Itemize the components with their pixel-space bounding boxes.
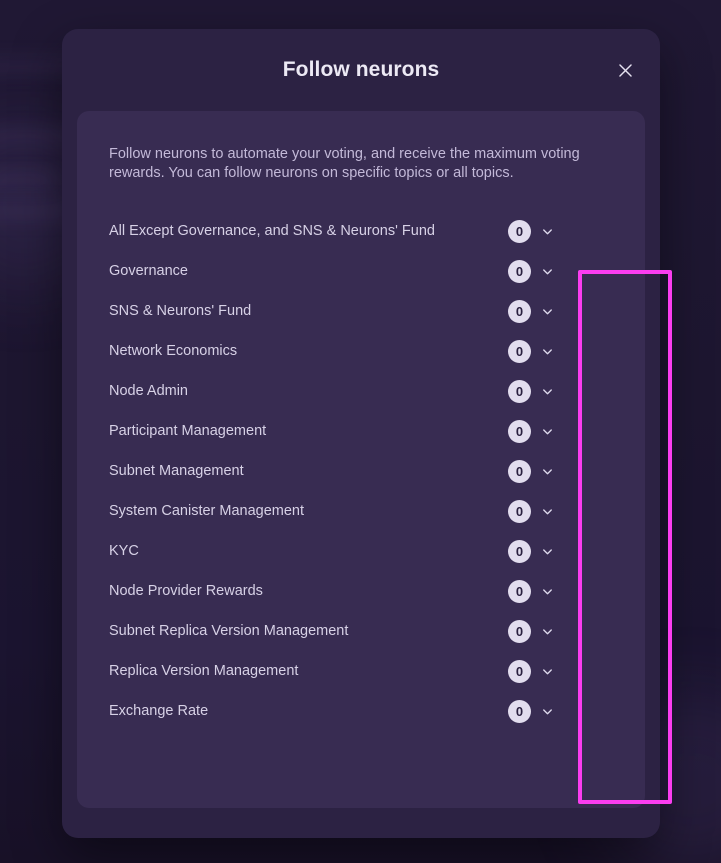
topic-label: SNS & Neurons' Fund	[109, 303, 252, 319]
followee-dropdown[interactable]: 0	[508, 219, 555, 243]
topic-label: All Except Governance, and SNS & Neurons…	[109, 223, 435, 239]
chevron-down-icon	[543, 388, 552, 394]
chevron-down-icon	[543, 668, 552, 674]
followee-count-badge: 0	[508, 299, 531, 323]
followee-count-badge: 0	[508, 339, 531, 363]
topic-row: System Canister Management 0	[109, 491, 613, 531]
chevron-down-icon	[543, 348, 552, 354]
chevron-down-icon	[543, 468, 552, 474]
chevron-down-icon	[543, 548, 552, 554]
followee-dropdown[interactable]: 0	[508, 379, 555, 403]
topic-label: Node Provider Rewards	[109, 583, 263, 599]
topic-label: KYC	[109, 543, 139, 559]
followee-count-badge: 0	[508, 219, 531, 243]
topic-row: Subnet Management 0	[109, 451, 613, 491]
chevron-down-icon	[543, 228, 552, 234]
topic-row: Node Provider Rewards 0	[109, 571, 613, 611]
topic-label: Network Economics	[109, 343, 238, 359]
topic-row: Subnet Replica Version Management 0	[109, 611, 613, 651]
chevron-down-icon	[543, 708, 552, 714]
followee-count-badge: 0	[508, 499, 531, 523]
topic-row: Node Admin 0	[109, 371, 613, 411]
topic-label: Participant Management	[109, 423, 267, 439]
followee-dropdown[interactable]: 0	[508, 299, 555, 323]
followee-dropdown[interactable]: 0	[508, 539, 555, 563]
topic-label: System Canister Management	[109, 503, 305, 519]
followee-count-badge: 0	[508, 459, 531, 483]
modal-header: Follow neurons	[62, 29, 660, 111]
topic-row: SNS & Neurons' Fund 0	[109, 291, 613, 331]
followee-count-badge: 0	[508, 259, 531, 283]
follow-neurons-card: Follow neurons to automate your voting, …	[77, 111, 645, 808]
followee-count-badge: 0	[508, 539, 531, 563]
close-icon	[618, 63, 632, 77]
followee-count-badge: 0	[508, 379, 531, 403]
topic-row: Network Economics 0	[109, 331, 613, 371]
topic-label: Replica Version Management	[109, 663, 299, 679]
topic-row: KYC 0	[109, 531, 613, 571]
followee-dropdown[interactable]: 0	[508, 699, 555, 723]
followee-count-badge: 0	[508, 619, 531, 643]
chevron-down-icon	[543, 308, 552, 314]
topic-row: Exchange Rate 0	[109, 691, 613, 731]
close-button[interactable]	[608, 53, 642, 87]
topic-row: Governance 0	[109, 251, 613, 291]
chevron-down-icon	[543, 268, 552, 274]
topic-label: Node Admin	[109, 383, 188, 399]
topic-row: Participant Management 0	[109, 411, 613, 451]
followee-dropdown[interactable]: 0	[508, 339, 555, 363]
topic-label: Governance	[109, 263, 188, 279]
followee-dropdown[interactable]: 0	[508, 499, 555, 523]
topic-row: Replica Version Management 0	[109, 651, 613, 691]
topic-label: Subnet Management	[109, 463, 244, 479]
followee-dropdown[interactable]: 0	[508, 619, 555, 643]
followee-count-badge: 0	[508, 579, 531, 603]
followee-count-badge: 0	[508, 659, 531, 683]
followee-count-badge: 0	[508, 699, 531, 723]
page-title: Follow neurons	[282, 58, 440, 81]
followee-dropdown[interactable]: 0	[508, 259, 555, 283]
followee-dropdown[interactable]: 0	[508, 459, 555, 483]
modal-description: Follow neurons to automate your voting, …	[109, 146, 580, 181]
follow-neurons-modal: Follow neurons Follow neurons to automat…	[62, 29, 672, 838]
chevron-down-icon	[543, 628, 552, 634]
followee-count-badge: 0	[508, 419, 531, 443]
topic-row: All Except Governance, and SNS & Neurons…	[109, 211, 613, 251]
chevron-down-icon	[543, 508, 552, 514]
followee-dropdown[interactable]: 0	[508, 579, 555, 603]
topic-label: Subnet Replica Version Management	[109, 623, 349, 639]
chevron-down-icon	[543, 428, 552, 434]
followee-dropdown[interactable]: 0	[508, 659, 555, 683]
chevron-down-icon	[543, 588, 552, 594]
followee-dropdown[interactable]: 0	[508, 419, 555, 443]
topic-list: All Except Governance, and SNS & Neurons…	[109, 211, 613, 731]
topic-label: Exchange Rate	[109, 703, 209, 719]
